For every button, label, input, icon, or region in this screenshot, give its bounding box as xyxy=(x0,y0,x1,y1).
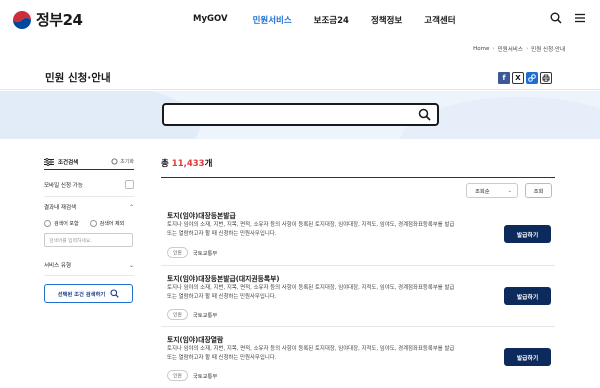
reset-label: 초기화 xyxy=(120,159,134,165)
search-icon xyxy=(110,289,119,298)
nav-mygov[interactable]: MyGOV xyxy=(193,14,228,26)
search-submit-icon[interactable] xyxy=(418,108,431,121)
card-tag: 인원 xyxy=(167,309,188,320)
card-description: 토지나 임야의 소재, 지번, 지목, 면적, 소유자 등의 사항이 등록된 토… xyxy=(167,221,497,239)
include-radio[interactable] xyxy=(44,220,51,227)
exclude-label: 검색어 제외 xyxy=(99,221,125,227)
print-icon[interactable] xyxy=(540,72,552,84)
breadcrumb: Home › 민원서비스 › 민원 신청·안내 xyxy=(473,45,565,53)
include-option[interactable]: 검색어 포함 xyxy=(44,220,79,227)
result-count: 총 11,433개 xyxy=(161,157,212,169)
card-agency: 국토교통부 xyxy=(192,250,218,257)
issue-button[interactable]: 발급하기 xyxy=(504,225,551,243)
card-agency: 국토교통부 xyxy=(192,373,218,380)
breadcrumb-separator-icon: › xyxy=(525,46,529,52)
x-icon[interactable]: X xyxy=(512,72,524,84)
reset-button[interactable]: 초기화 xyxy=(111,158,134,165)
exclude-option[interactable]: 검색어 제외 xyxy=(89,220,125,227)
card-description-line: 토지나 임야의 소재, 지번, 지목, 면적, 소유자 등의 사항이 등록된 토… xyxy=(167,222,455,228)
nav-customer-center[interactable]: 고객센터 xyxy=(424,14,455,26)
card-tag: 인원 xyxy=(167,370,188,381)
card-tags: 인원 국토교통부 xyxy=(167,247,217,258)
divider xyxy=(44,196,134,197)
menu-icon[interactable] xyxy=(574,12,586,24)
nav-policy-info[interactable]: 정책정보 xyxy=(371,14,402,26)
card-description-line: 또는 열람하고자 할 때 신청하는 민원사무입니다. xyxy=(167,231,277,237)
card-description: 토지나 임야의 소재, 지번, 지목, 면적, 소유자 등의 사항이 등록된 토… xyxy=(167,284,497,302)
main-search-input[interactable] xyxy=(170,107,410,122)
nav-civil-service[interactable]: 민원서비스 xyxy=(253,14,292,26)
card-tags: 인원 국토교통부 xyxy=(167,309,217,320)
chevron-down-icon: ⌄ xyxy=(128,261,134,269)
card-description-line: 또는 열람하고자 할 때 신청하는 민원사무입니다. xyxy=(167,294,277,300)
service-type-label: 서비스 유형 xyxy=(44,263,72,269)
breadcrumb-home[interactable]: Home xyxy=(473,46,489,52)
title-row: 민원 신청·안내 f X xyxy=(0,64,600,90)
mobile-filter-label: 모바일 신청 가능 xyxy=(44,182,83,189)
card-title[interactable]: 토지(임야)대장등본발급 xyxy=(167,210,236,220)
result-card: 토지(임야)대장등본발급(대지권등록부) 토지나 임야의 소재, 지번, 지목,… xyxy=(161,267,555,327)
card-description-line: 토지나 임야의 소재, 지번, 지목, 면적, 소유자 등의 사항이 등록된 토… xyxy=(167,285,455,291)
share-tools: f X xyxy=(498,72,552,84)
card-tags: 인원 국토교통부 xyxy=(167,370,217,381)
sort-apply-button[interactable]: 조회 xyxy=(525,183,552,198)
card-agency: 국토교통부 xyxy=(192,312,218,319)
issue-button[interactable]: 발급하기 xyxy=(504,348,551,366)
logo-text: 정부24 xyxy=(36,11,83,29)
header-icons xyxy=(550,12,586,24)
main-search-box xyxy=(162,103,439,126)
header: 정부24 MyGOV 민원서비스 보조금24 정책정보 고객센터 xyxy=(0,0,600,40)
chevron-up-icon: ⌃ xyxy=(128,203,134,211)
result-count-number: 11,433 xyxy=(171,159,205,169)
filter-title: 조건검색 xyxy=(58,159,79,166)
mobile-filter-checkbox[interactable] xyxy=(125,180,134,189)
nav-subsidy24[interactable]: 보조금24 xyxy=(314,14,349,26)
sort-select[interactable]: 조회순 ⌄ xyxy=(466,183,518,198)
chevron-down-icon: ⌄ xyxy=(507,188,512,194)
breadcrumb-current: 민원 신청·안내 xyxy=(531,47,565,53)
breadcrumb-civil-service[interactable]: 민원서비스 xyxy=(498,45,523,53)
filter-title-wrap: 조건검색 xyxy=(44,157,79,166)
filter-icon xyxy=(44,157,54,166)
refresh-icon xyxy=(111,158,118,165)
search-icon[interactable] xyxy=(550,12,562,24)
result-search-label: 결과내 재검색 xyxy=(44,205,77,211)
search-conditions-label: 선택된 조건 검색하기 xyxy=(57,291,106,298)
service-type-row[interactable]: 서비스 유형 ⌄ xyxy=(44,261,134,270)
sort-select-value: 조회순 xyxy=(475,188,490,195)
card-description-line: 또는 열람하고자 할 때 신청하는 민원사무입니다. xyxy=(167,355,277,361)
result-card: 토지(임야)대장열람 토지나 임야의 소재, 지번, 지목, 면적, 소유자 등… xyxy=(161,328,555,388)
logo[interactable]: 정부24 xyxy=(12,9,83,30)
result-count-prefix: 총 xyxy=(161,159,172,169)
result-card: 토지(임야)대장등본발급 토지나 임야의 소재, 지번, 지목, 면적, 소유자… xyxy=(161,208,555,266)
government-emblem-icon xyxy=(12,10,32,29)
main-nav: MyGOV 민원서비스 보조금24 정책정보 고객센터 xyxy=(193,14,456,26)
page-title: 민원 신청·안내 xyxy=(45,72,111,84)
results-divider xyxy=(161,177,555,178)
keyword-input[interactable]: 검색어를 입력하세요. xyxy=(44,233,133,247)
card-tag: 인원 xyxy=(167,247,188,258)
breadcrumb-separator-icon: › xyxy=(492,46,495,52)
issue-button[interactable]: 발급하기 xyxy=(504,287,551,305)
filter-sidebar: 조건검색 초기화 모바일 신청 가능 결과내 재검색 ⌃ 검색어 포함 검색어 … xyxy=(44,156,134,303)
include-label: 검색어 포함 xyxy=(54,221,79,227)
card-description: 토지나 임야의 소재, 지번, 지목, 면적, 소유자 등의 사항이 등록된 토… xyxy=(167,345,497,363)
result-count-suffix: 개 xyxy=(204,159,213,169)
mobile-filter-row: 모바일 신청 가능 xyxy=(44,180,134,189)
filter-header: 조건검색 초기화 xyxy=(44,156,134,170)
card-title[interactable]: 토지(임야)대장등본발급(대지권등록부) xyxy=(167,273,279,283)
facebook-icon[interactable]: f xyxy=(498,72,510,84)
search-conditions-button[interactable]: 선택된 조건 검색하기 xyxy=(44,284,133,303)
card-title[interactable]: 토지(임야)대장열람 xyxy=(167,334,223,344)
card-description-line: 토지나 임야의 소재, 지번, 지목, 면적, 소유자 등의 사항이 등록된 토… xyxy=(167,346,455,352)
search-mode-row: 검색어 포함 검색어 제외 xyxy=(44,220,134,227)
divider xyxy=(44,275,134,276)
exclude-radio[interactable] xyxy=(89,220,97,227)
result-search-row[interactable]: 결과내 재검색 ⌃ xyxy=(44,203,134,212)
link-icon[interactable] xyxy=(526,72,538,84)
